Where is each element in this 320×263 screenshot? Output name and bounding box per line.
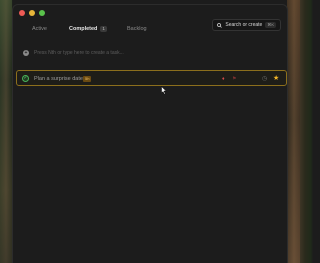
app-window: Active Completed 1 Backlog Search or crea… [12, 4, 288, 263]
mouse-cursor-icon [161, 86, 167, 95]
tab-active[interactable]: Active [32, 25, 47, 33]
new-task-placeholder: Press Nth or type here to create a task.… [34, 50, 124, 56]
clock-icon[interactable]: ◷ [262, 75, 267, 83]
window-controls [19, 10, 45, 16]
desktop-background-left [0, 0, 12, 263]
flag-icon[interactable]: ⚑ [232, 75, 236, 83]
task-title: Plan a surprise date [34, 76, 83, 82]
add-task-icon: + [23, 50, 29, 56]
tab-completed[interactable]: Completed 1 [69, 25, 107, 33]
search-or-create-button[interactable]: Search or create ⌘K [212, 19, 281, 31]
task-row[interactable]: ✓ Plan a surprise date 5h ♦ ⚑ ◷ ★ [16, 70, 287, 86]
priority-icon[interactable]: ♦ [222, 75, 225, 83]
task-duration-badge: 5h [83, 76, 92, 82]
tab-completed-label: Completed [69, 26, 98, 32]
tab-backlog[interactable]: Backlog [127, 25, 147, 33]
star-icon[interactable]: ★ [273, 74, 279, 83]
zoom-window-button[interactable] [39, 10, 45, 16]
close-window-button[interactable] [19, 10, 25, 16]
task-complete-checkbox[interactable]: ✓ [22, 75, 29, 82]
new-task-input[interactable]: + Press Nth or type here to create a tas… [23, 50, 124, 56]
search-label: Search or create [225, 22, 263, 28]
search-shortcut: ⌘K [265, 22, 276, 28]
minimize-window-button[interactable] [29, 10, 35, 16]
desktop-background-right [287, 0, 300, 263]
completed-count-badge: 1 [100, 26, 107, 32]
search-icon [217, 22, 223, 28]
